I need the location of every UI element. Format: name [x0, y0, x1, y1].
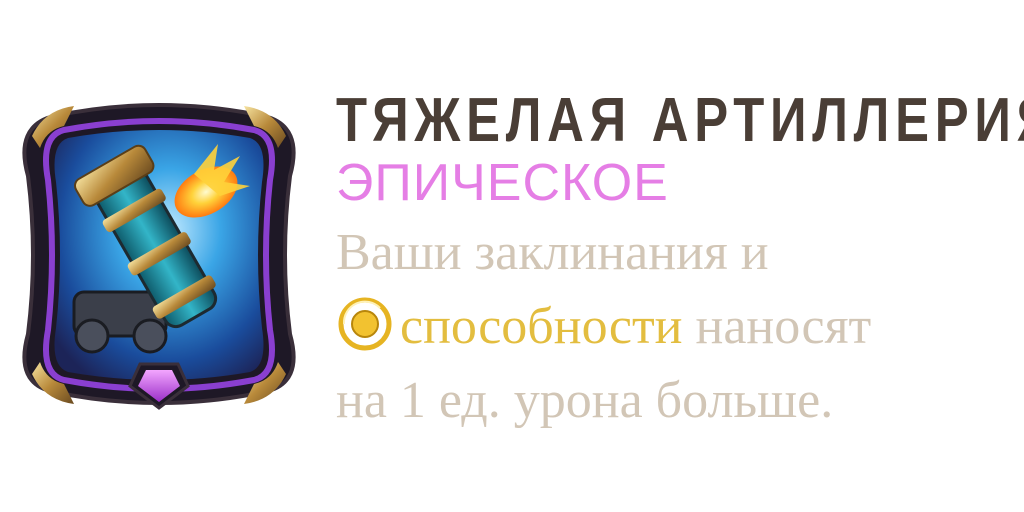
description-line-1: Ваши заклинания и [336, 224, 769, 281]
heavy-artillery-cannon-icon [22, 103, 296, 410]
description-line-3: на 1 ед. урона больше. [336, 372, 834, 429]
rarity-label: ЭПИЧЕСКОЕ [336, 154, 669, 212]
card-text: ТЯЖЕЛАЯ АРТИЛЛЕРИЯ ЭПИЧЕСКОЕ Ваши заклин… [336, 84, 1024, 438]
ability-ring-icon [336, 295, 394, 353]
card-title: ТЯЖЕЛАЯ АРТИЛЛЕРИЯ [336, 86, 1024, 155]
card-description: Ваши заклинания и способности наносят на… [336, 216, 1016, 438]
description-line-2: способности наносят [336, 290, 1016, 364]
keyword-abilities: способности [400, 298, 683, 355]
description-line-2-rest: наносят [682, 298, 872, 355]
card-portrait [14, 96, 304, 414]
upgrade-card[interactable]: ТЯЖЕЛАЯ АРТИЛЛЕРИЯ ЭПИЧЕСКОЕ Ваши заклин… [0, 0, 1024, 512]
